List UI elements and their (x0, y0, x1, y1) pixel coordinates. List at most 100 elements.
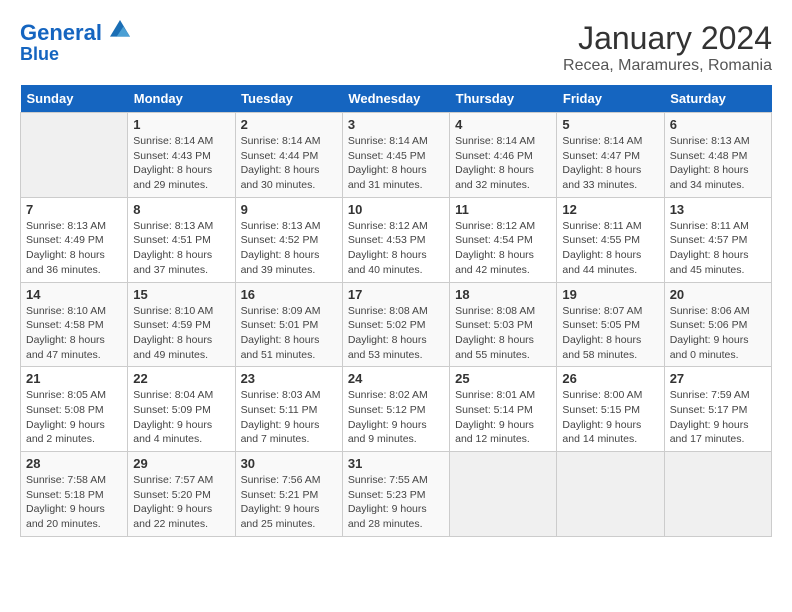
calendar-cell: 5 Sunrise: 8:14 AMSunset: 4:47 PMDaylight… (557, 113, 664, 198)
calendar-cell: 10 Sunrise: 8:12 AMSunset: 4:53 PMDayligh… (342, 197, 449, 282)
day-number: 11 (455, 202, 551, 217)
day-info: Sunrise: 8:05 AMSunset: 5:08 PMDaylight:… (26, 388, 122, 447)
weekday-header-tuesday: Tuesday (235, 85, 342, 113)
day-number: 3 (348, 117, 444, 132)
day-info: Sunrise: 8:12 AMSunset: 4:54 PMDaylight:… (455, 219, 551, 278)
calendar-cell: 22 Sunrise: 8:04 AMSunset: 5:09 PMDayligh… (128, 367, 235, 452)
day-number: 24 (348, 371, 444, 386)
logo-general: General (20, 20, 102, 45)
calendar-cell: 14Sunrise: 8:10 AMSunset: 4:58 PMDayligh… (21, 282, 128, 367)
calendar-cell: 20 Sunrise: 8:06 AMSunset: 5:06 PMDayligh… (664, 282, 771, 367)
day-info: Sunrise: 8:00 AMSunset: 5:15 PMDaylight:… (562, 388, 658, 447)
logo-icon (110, 20, 130, 40)
day-number: 8 (133, 202, 229, 217)
calendar-week-2: 7Sunrise: 8:13 AMSunset: 4:49 PMDaylight… (21, 197, 772, 282)
day-number: 1 (133, 117, 229, 132)
day-info: Sunrise: 8:12 AMSunset: 4:53 PMDaylight:… (348, 219, 444, 278)
logo: General Blue (20, 20, 130, 65)
day-info: Sunrise: 7:56 AMSunset: 5:21 PMDaylight:… (241, 473, 337, 532)
calendar-cell: 30 Sunrise: 7:56 AMSunset: 5:21 PMDayligh… (235, 452, 342, 537)
day-number: 23 (241, 371, 337, 386)
calendar-cell: 9Sunrise: 8:13 AMSunset: 4:52 PMDaylight… (235, 197, 342, 282)
day-info: Sunrise: 7:58 AMSunset: 5:18 PMDaylight:… (26, 473, 122, 532)
weekday-header-thursday: Thursday (450, 85, 557, 113)
day-number: 19 (562, 287, 658, 302)
weekday-header-friday: Friday (557, 85, 664, 113)
day-info: Sunrise: 8:11 AMSunset: 4:55 PMDaylight:… (562, 219, 658, 278)
calendar-cell: 4 Sunrise: 8:14 AMSunset: 4:46 PMDaylight… (450, 113, 557, 198)
day-info: Sunrise: 8:08 AMSunset: 5:03 PMDaylight:… (455, 304, 551, 363)
calendar-cell: 31 Sunrise: 7:55 AMSunset: 5:23 PMDayligh… (342, 452, 449, 537)
day-number: 2 (241, 117, 337, 132)
day-number: 20 (670, 287, 766, 302)
day-info: Sunrise: 8:08 AMSunset: 5:02 PMDaylight:… (348, 304, 444, 363)
day-number: 28 (26, 456, 122, 471)
day-info: Sunrise: 8:06 AMSunset: 5:06 PMDaylight:… (670, 304, 766, 363)
day-number: 4 (455, 117, 551, 132)
calendar-cell: 11 Sunrise: 8:12 AMSunset: 4:54 PMDayligh… (450, 197, 557, 282)
day-info: Sunrise: 8:14 AMSunset: 4:44 PMDaylight:… (241, 134, 337, 193)
calendar-week-1: 1 Sunrise: 8:14 AMSunset: 4:43 PMDaylight… (21, 113, 772, 198)
calendar-cell: 3 Sunrise: 8:14 AMSunset: 4:45 PMDaylight… (342, 113, 449, 198)
day-number: 6 (670, 117, 766, 132)
day-number: 10 (348, 202, 444, 217)
day-info: Sunrise: 7:59 AMSunset: 5:17 PMDaylight:… (670, 388, 766, 447)
calendar-cell: 25 Sunrise: 8:01 AMSunset: 5:14 PMDayligh… (450, 367, 557, 452)
calendar-cell: 6 Sunrise: 8:13 AMSunset: 4:48 PMDaylight… (664, 113, 771, 198)
calendar-cell: 13 Sunrise: 8:11 AMSunset: 4:57 PMDayligh… (664, 197, 771, 282)
calendar-cell: 12 Sunrise: 8:11 AMSunset: 4:55 PMDayligh… (557, 197, 664, 282)
calendar-cell: 15Sunrise: 8:10 AMSunset: 4:59 PMDayligh… (128, 282, 235, 367)
calendar-cell: 27 Sunrise: 7:59 AMSunset: 5:17 PMDayligh… (664, 367, 771, 452)
day-number: 18 (455, 287, 551, 302)
weekday-header-monday: Monday (128, 85, 235, 113)
calendar-week-4: 21 Sunrise: 8:05 AMSunset: 5:08 PMDayligh… (21, 367, 772, 452)
calendar-cell: 1 Sunrise: 8:14 AMSunset: 4:43 PMDaylight… (128, 113, 235, 198)
day-info: Sunrise: 8:13 AMSunset: 4:49 PMDaylight:… (26, 219, 122, 278)
logo-blue: Blue (20, 45, 130, 65)
day-info: Sunrise: 8:13 AMSunset: 4:48 PMDaylight:… (670, 134, 766, 193)
calendar-cell (450, 452, 557, 537)
day-number: 22 (133, 371, 229, 386)
day-number: 25 (455, 371, 551, 386)
day-info: Sunrise: 8:11 AMSunset: 4:57 PMDaylight:… (670, 219, 766, 278)
day-number: 13 (670, 202, 766, 217)
day-info: Sunrise: 7:57 AMSunset: 5:20 PMDaylight:… (133, 473, 229, 532)
day-number: 12 (562, 202, 658, 217)
day-info: Sunrise: 8:10 AMSunset: 4:59 PMDaylight:… (133, 304, 229, 363)
day-info: Sunrise: 8:14 AMSunset: 4:43 PMDaylight:… (133, 134, 229, 193)
calendar-cell: 7Sunrise: 8:13 AMSunset: 4:49 PMDaylight… (21, 197, 128, 282)
weekday-header-row: SundayMondayTuesdayWednesdayThursdayFrid… (21, 85, 772, 113)
day-info: Sunrise: 8:09 AMSunset: 5:01 PMDaylight:… (241, 304, 337, 363)
day-info: Sunrise: 8:14 AMSunset: 4:45 PMDaylight:… (348, 134, 444, 193)
day-info: Sunrise: 8:13 AMSunset: 4:52 PMDaylight:… (241, 219, 337, 278)
day-info: Sunrise: 7:55 AMSunset: 5:23 PMDaylight:… (348, 473, 444, 532)
calendar-cell: 16 Sunrise: 8:09 AMSunset: 5:01 PMDayligh… (235, 282, 342, 367)
calendar-cell: 2 Sunrise: 8:14 AMSunset: 4:44 PMDaylight… (235, 113, 342, 198)
day-number: 29 (133, 456, 229, 471)
day-number: 21 (26, 371, 122, 386)
day-number: 27 (670, 371, 766, 386)
calendar-cell: 28 Sunrise: 7:58 AMSunset: 5:18 PMDayligh… (21, 452, 128, 537)
day-number: 31 (348, 456, 444, 471)
day-info: Sunrise: 8:14 AMSunset: 4:46 PMDaylight:… (455, 134, 551, 193)
weekday-header-sunday: Sunday (21, 85, 128, 113)
day-number: 16 (241, 287, 337, 302)
calendar-cell: 29 Sunrise: 7:57 AMSunset: 5:20 PMDayligh… (128, 452, 235, 537)
day-info: Sunrise: 8:07 AMSunset: 5:05 PMDaylight:… (562, 304, 658, 363)
day-number: 26 (562, 371, 658, 386)
day-info: Sunrise: 8:03 AMSunset: 5:11 PMDaylight:… (241, 388, 337, 447)
calendar-week-5: 28 Sunrise: 7:58 AMSunset: 5:18 PMDayligh… (21, 452, 772, 537)
calendar-table: SundayMondayTuesdayWednesdayThursdayFrid… (20, 85, 772, 537)
day-number: 30 (241, 456, 337, 471)
calendar-cell: 17 Sunrise: 8:08 AMSunset: 5:02 PMDayligh… (342, 282, 449, 367)
day-number: 5 (562, 117, 658, 132)
day-info: Sunrise: 8:14 AMSunset: 4:47 PMDaylight:… (562, 134, 658, 193)
day-info: Sunrise: 8:01 AMSunset: 5:14 PMDaylight:… (455, 388, 551, 447)
weekday-header-wednesday: Wednesday (342, 85, 449, 113)
calendar-cell (21, 113, 128, 198)
calendar-subtitle: Recea, Maramures, Romania (563, 57, 772, 75)
day-number: 17 (348, 287, 444, 302)
calendar-cell: 18 Sunrise: 8:08 AMSunset: 5:03 PMDayligh… (450, 282, 557, 367)
calendar-cell: 19 Sunrise: 8:07 AMSunset: 5:05 PMDayligh… (557, 282, 664, 367)
day-info: Sunrise: 8:04 AMSunset: 5:09 PMDaylight:… (133, 388, 229, 447)
